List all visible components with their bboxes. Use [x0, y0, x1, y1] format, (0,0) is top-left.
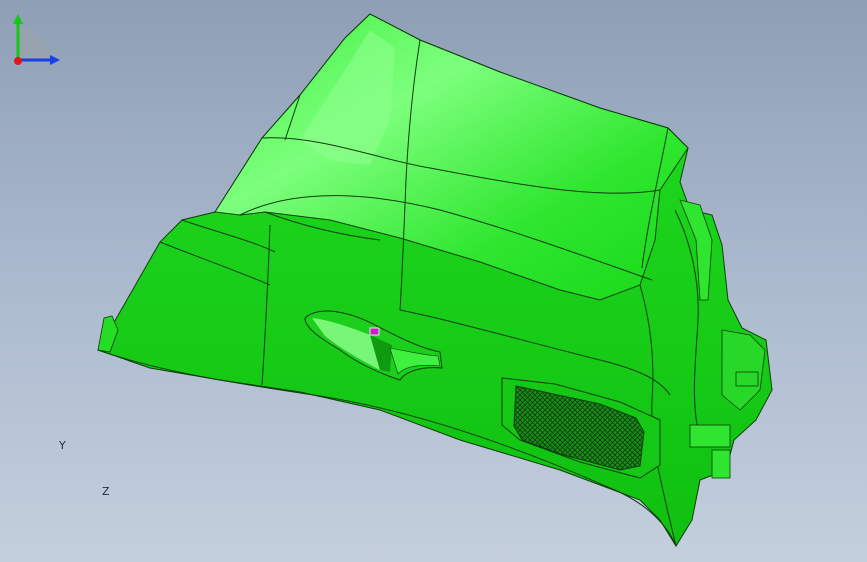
- part-model[interactable]: [0, 0, 867, 562]
- x-axis-dot: [14, 57, 22, 65]
- selection-marker: [369, 327, 380, 336]
- triad-y-label: Y: [59, 439, 66, 452]
- axis-triad: [13, 14, 60, 65]
- triad-z-label: Z: [102, 485, 110, 498]
- y-arrow-icon: [13, 14, 23, 24]
- triad-plane: [18, 28, 50, 60]
- 3d-viewport[interactable]: Y Z: [0, 0, 867, 562]
- z-arrow-icon: [50, 55, 60, 65]
